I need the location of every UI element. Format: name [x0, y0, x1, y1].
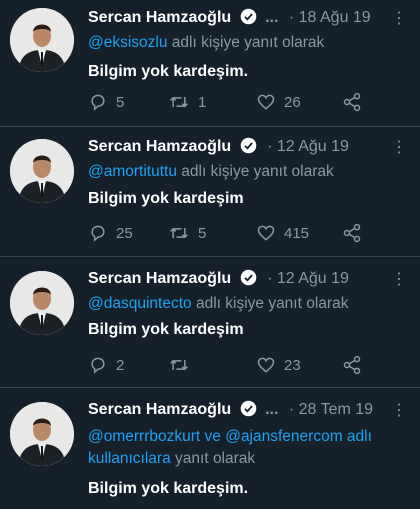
reply-icon — [91, 94, 105, 111]
reply-count: 25 — [116, 224, 133, 242]
tweet-3[interactable]: Sercan Hamzaoğlu · 12 Ağu 19 ⋮ @dasquint… — [0, 257, 420, 388]
tweet-header: Sercan Hamzaoğlu ... · 28 Tem 19 ⋮ — [88, 400, 412, 422]
reply-button[interactable]: 5 — [88, 92, 124, 112]
verified-badge-icon — [240, 137, 257, 159]
tweet-date[interactable]: · 12 Ağu 19 — [267, 138, 349, 155]
tweet-header: Sercan Hamzaoğlu · 12 Ağu 19 ⋮ — [88, 137, 412, 159]
heart-icon — [257, 94, 275, 110]
reply-icon — [91, 225, 105, 242]
author-name[interactable]: Sercan Hamzaoğlu — [88, 138, 231, 155]
avatar-portrait-icon — [10, 8, 74, 72]
mention-joiner: ve — [204, 428, 221, 445]
reply-count: 5 — [116, 93, 125, 111]
reply-context: @eksisozlu adlı kişiye yanıt olarak — [88, 32, 410, 54]
reply-context-text: adlı kişiye yanıt olarak — [181, 163, 334, 180]
author-name[interactable]: Sercan Hamzaoğlu — [88, 9, 231, 26]
tweet-actions: 2 23 — [88, 355, 388, 377]
tweet-date[interactable]: · 12 Ağu 19 — [267, 270, 349, 287]
verified-badge-icon — [240, 400, 257, 422]
share-icon — [343, 223, 361, 243]
tweet-date[interactable]: · 18 Ağu 19 — [289, 9, 371, 26]
reply-count: 2 — [116, 356, 125, 374]
author-name[interactable]: Sercan Hamzaoğlu — [88, 270, 231, 287]
mention-link[interactable]: @eksisozlu — [88, 34, 167, 51]
like-count: 23 — [284, 356, 301, 374]
tweet-4[interactable]: Sercan Hamzaoğlu ... · 28 Tem 19 ⋮ @omer… — [0, 388, 420, 509]
verified-badge-icon — [240, 8, 257, 30]
avatar-portrait-icon — [10, 402, 74, 466]
tweet-actions: 5 1 26 — [88, 92, 388, 114]
retweet-icon — [170, 227, 188, 239]
avatar-portrait-icon — [10, 271, 74, 335]
tweet-2[interactable]: Sercan Hamzaoğlu · 12 Ağu 19 ⋮ @amortitu… — [0, 127, 420, 257]
share-icon — [343, 355, 361, 375]
heart-icon — [257, 225, 275, 241]
tweet-text: Bilgim yok kardeşim — [88, 321, 244, 338]
name-ellipsis: ... — [265, 401, 279, 418]
tweet-text: Bilgim yok kardeşim — [88, 190, 244, 207]
more-vertical-icon[interactable]: ⋮ — [391, 137, 408, 157]
tweet-actions: 25 5 415 — [88, 223, 388, 245]
more-vertical-icon[interactable]: ⋮ — [391, 8, 408, 28]
more-vertical-icon[interactable]: ⋮ — [391, 269, 408, 289]
name-ellipsis: ... — [265, 9, 279, 26]
reply-context: @dasquintecto adlı kişiye yanıt olarak — [88, 293, 410, 315]
tweet-header: Sercan Hamzaoğlu · 12 Ağu 19 ⋮ — [88, 269, 412, 291]
retweet-count: 5 — [198, 224, 207, 242]
reply-button[interactable]: 25 — [88, 223, 133, 243]
share-button[interactable] — [342, 92, 362, 112]
tweet-date[interactable]: · 28 Tem 19 — [289, 401, 373, 418]
avatar[interactable] — [10, 402, 74, 466]
retweet-count: 1 — [198, 93, 207, 111]
retweet-button[interactable]: 5 — [168, 223, 206, 243]
retweet-button[interactable] — [168, 355, 198, 375]
retweet-icon — [170, 96, 188, 108]
mention-link[interactable]: @omerrrbozkurt — [88, 428, 200, 445]
mention-tail: adlı — [346, 428, 372, 445]
reply-context-text: yanıt olarak — [175, 450, 256, 467]
mention-line2[interactable]: kullanıcılara — [88, 450, 171, 467]
like-button[interactable]: 23 — [256, 355, 301, 375]
mention-link[interactable]: @ajansfenercom — [225, 428, 342, 445]
avatar[interactable] — [10, 139, 74, 203]
like-count: 415 — [284, 224, 310, 242]
retweet-button[interactable]: 1 — [168, 92, 206, 112]
tweet-text: Bilgim yok kardeşim. — [88, 480, 249, 497]
mention-link[interactable]: @amortituttu — [88, 163, 177, 180]
reply-context: @omerrrbozkurt ve @ajansfenercom adlı ku… — [88, 426, 410, 470]
verified-badge-icon — [240, 269, 257, 291]
like-count: 26 — [284, 93, 301, 111]
share-icon — [343, 92, 361, 112]
reply-context-text: adlı kişiye yanıt olarak — [195, 295, 349, 312]
author-name[interactable]: Sercan Hamzaoğlu — [88, 401, 231, 418]
tweet-header: Sercan Hamzaoğlu ... · 18 Ağu 19 ⋮ — [88, 8, 412, 30]
avatar[interactable] — [10, 8, 74, 72]
reply-button[interactable]: 2 — [88, 355, 124, 375]
like-button[interactable]: 415 — [256, 223, 309, 243]
tweet-text: Bilgim yok kardeşim. — [88, 63, 249, 80]
reply-context: @amortituttu adlı kişiye yanıt olarak — [88, 161, 410, 183]
retweet-icon — [170, 359, 188, 371]
share-button[interactable] — [342, 223, 362, 243]
mention-link[interactable]: @dasquintecto — [88, 295, 192, 312]
avatar[interactable] — [10, 271, 74, 335]
more-vertical-icon[interactable]: ⋮ — [391, 400, 408, 420]
heart-icon — [257, 357, 275, 373]
tweet-1[interactable]: Sercan Hamzaoğlu ... · 18 Ağu 19 ⋮ @eksi… — [0, 0, 420, 127]
reply-context-text: adlı kişiye yanıt olarak — [171, 34, 325, 51]
share-button[interactable] — [342, 355, 362, 375]
reply-icon — [91, 357, 105, 374]
like-button[interactable]: 26 — [256, 92, 301, 112]
avatar-portrait-icon — [10, 139, 74, 203]
